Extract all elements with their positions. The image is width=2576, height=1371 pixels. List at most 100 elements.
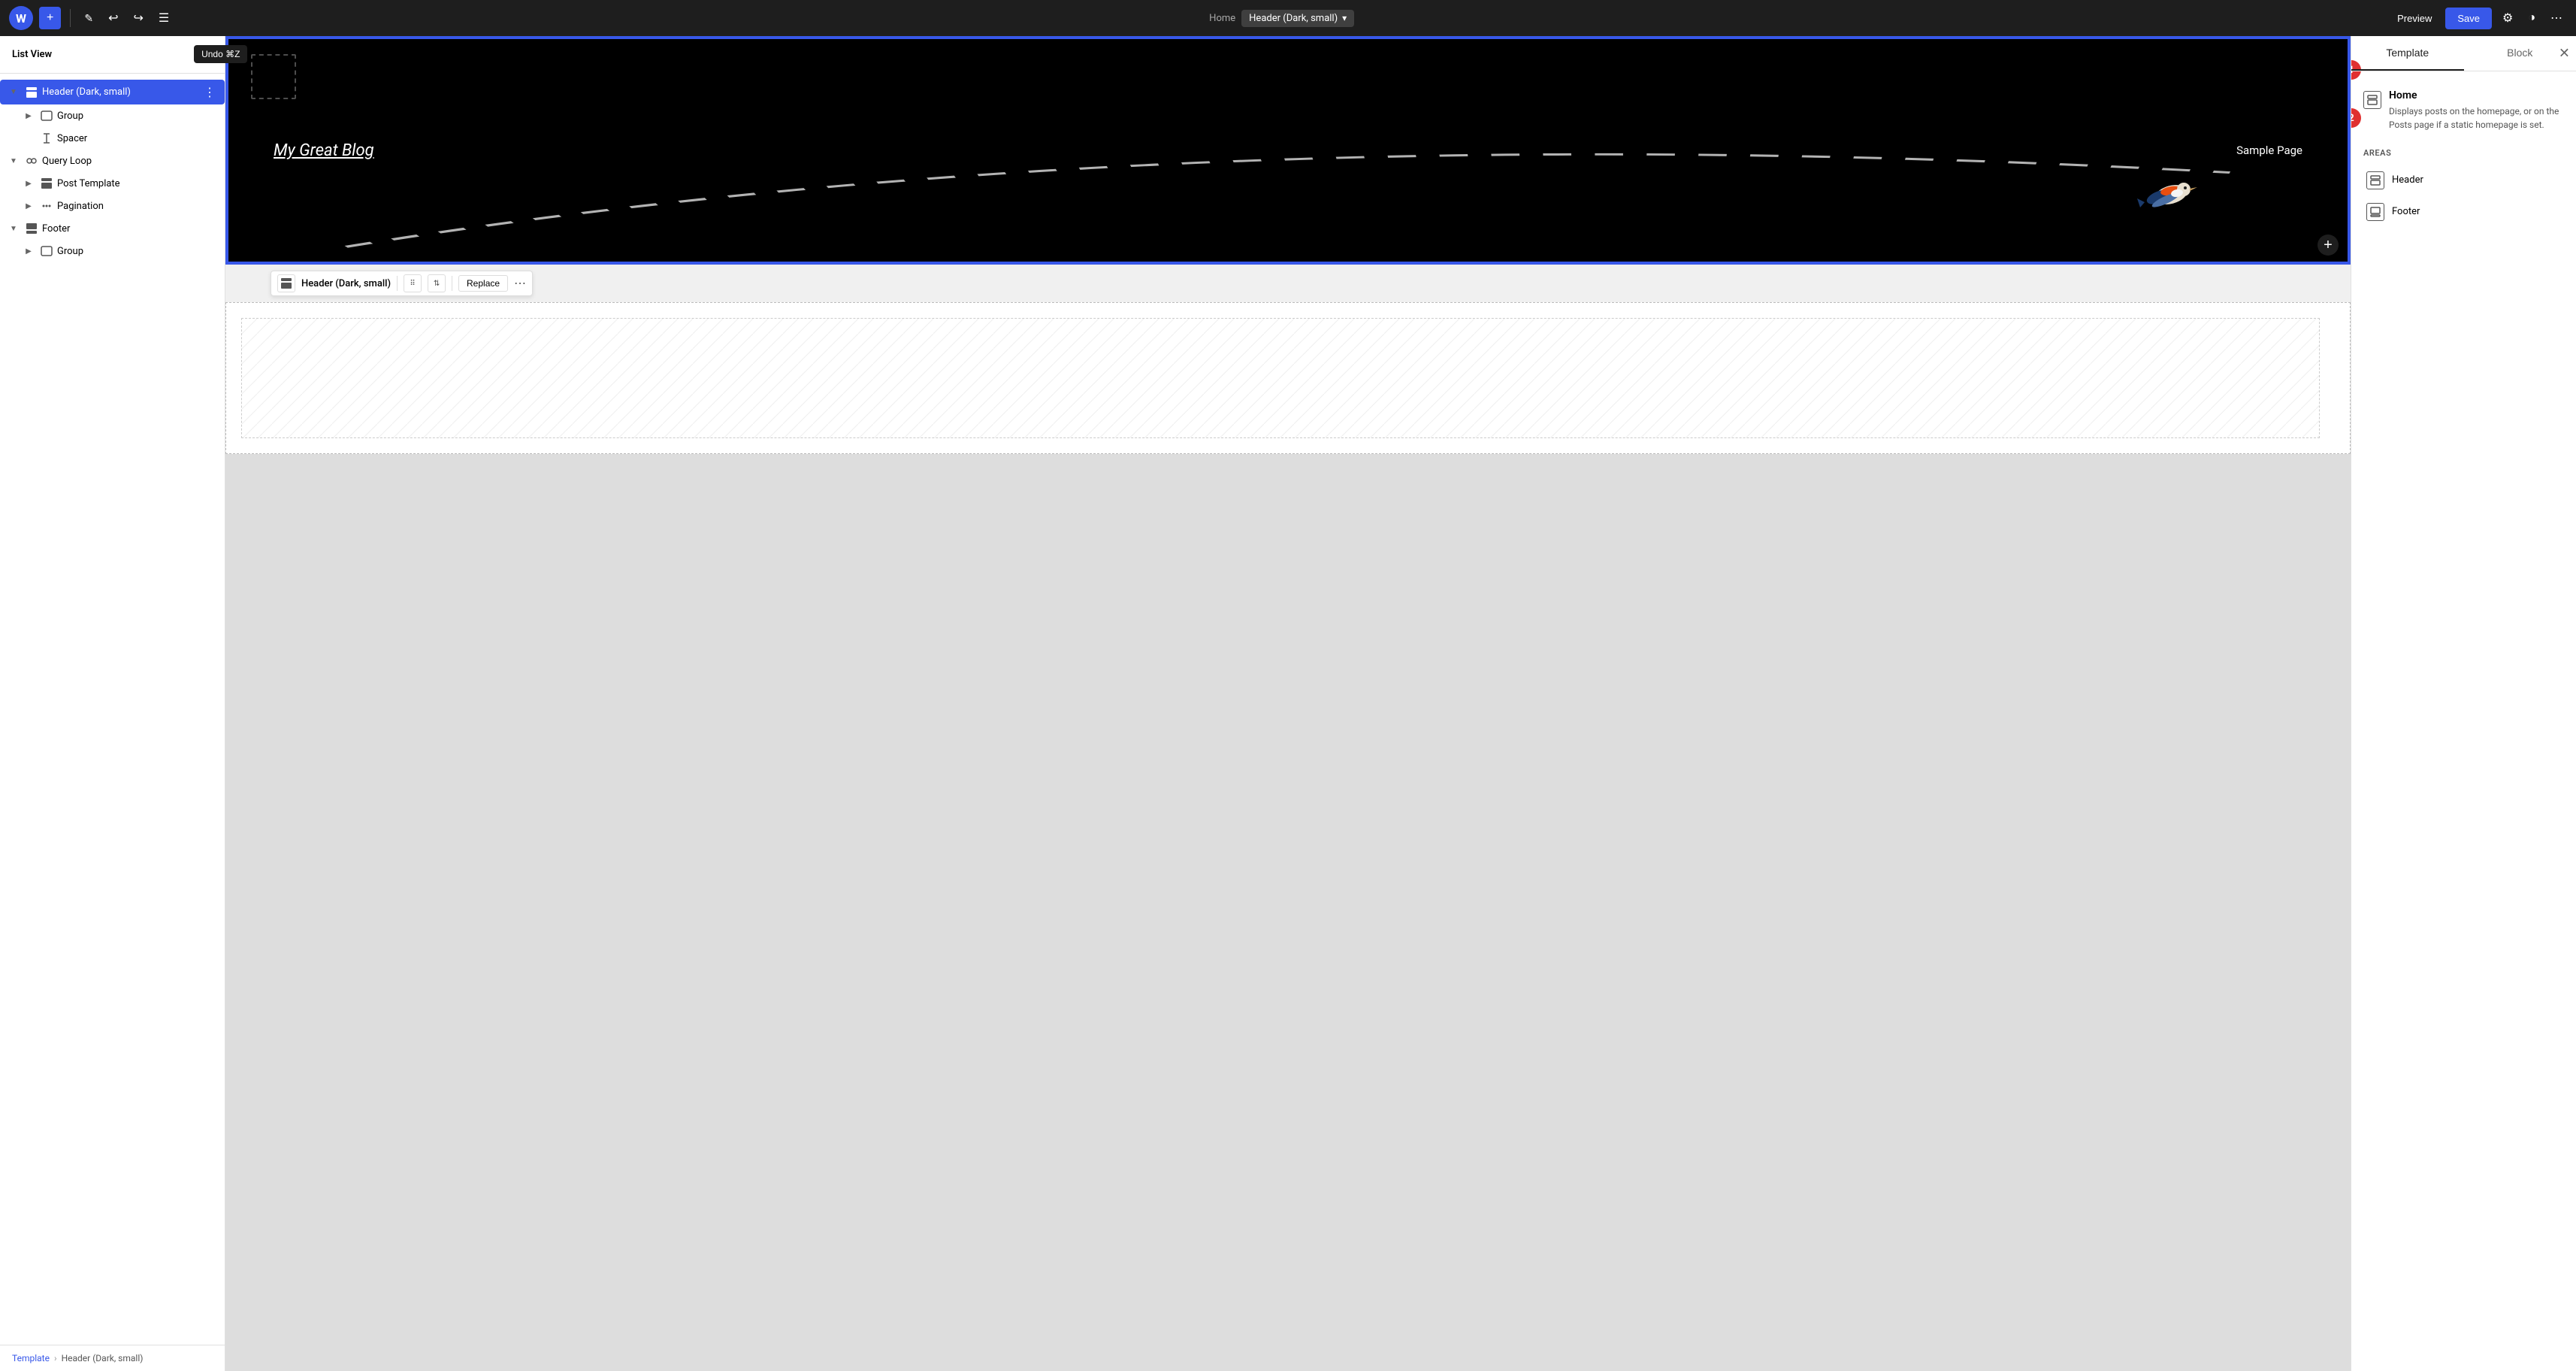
sidebar-item-query-loop-label: Query Loop: [42, 156, 219, 167]
add-block-button[interactable]: +: [39, 7, 61, 29]
pattern-svg: [242, 319, 2319, 437]
sidebar-item-header-label: Header (Dark, small): [42, 86, 198, 98]
sidebar-item-header-dark[interactable]: Header (Dark, small) ⋮: [0, 80, 225, 104]
toggle-query-loop[interactable]: [6, 153, 21, 168]
theme-toggle-button[interactable]: ◑: [2523, 7, 2540, 29]
current-template-label: Header (Dark, small): [1249, 13, 1338, 24]
template-home-item: Home Displays posts on the homepage, or …: [2363, 83, 2564, 138]
save-button[interactable]: Save: [2445, 8, 2492, 29]
toolbar-separator-1: [70, 9, 71, 27]
footer-template-icon: [24, 221, 39, 236]
area-header-label: Header: [2392, 174, 2423, 186]
list-view-button[interactable]: ☰: [154, 6, 174, 30]
group-2-icon: [39, 244, 54, 259]
template-home-icon: [2363, 91, 2381, 109]
sidebar-item-footer[interactable]: Footer: [0, 217, 225, 240]
toggle-footer[interactable]: [6, 221, 21, 236]
post-template-icon: [39, 176, 54, 191]
settings-button[interactable]: ⚙: [2498, 6, 2517, 30]
sidebar-breadcrumb: Template › Header (Dark, small): [0, 1345, 225, 1371]
template-icon: [24, 85, 39, 100]
header-nav: Sample Page: [2236, 144, 2302, 157]
area-footer-label: Footer: [2392, 206, 2420, 217]
sidebar: List View ✕ Header (Dark, small) ⋮ Group: [0, 36, 225, 1371]
area-footer-icon: [2366, 203, 2384, 221]
right-panel-close-button[interactable]: ✕: [2559, 46, 2570, 62]
redo-button[interactable]: ↪: [128, 6, 147, 30]
sidebar-item-query-loop[interactable]: Query Loop: [0, 150, 225, 172]
breadcrumb-current: Header (Dark, small): [62, 1353, 144, 1363]
chevron-down-icon: [1342, 13, 1347, 24]
area-header-icon: [2366, 171, 2384, 189]
sidebar-item-post-template-label: Post Template: [57, 178, 219, 189]
area-item-header[interactable]: Header: [2363, 164, 2564, 195]
areas-label: AREAS: [2363, 148, 2564, 158]
toggle-pagination[interactable]: [21, 198, 36, 213]
sidebar-item-group-1-label: Group: [57, 110, 219, 122]
blog-title[interactable]: My Great Blog: [274, 141, 374, 160]
undo-button[interactable]: ↩ Undo ⌘Z: [104, 6, 122, 30]
canvas-scroll[interactable]: My Great Blog Sample Page: [225, 36, 2351, 1371]
breadcrumb-separator: ›: [54, 1353, 57, 1363]
replace-button[interactable]: Replace: [458, 275, 508, 292]
wp-logo: W: [9, 6, 33, 30]
block-type-icon: [277, 274, 295, 292]
block-toolbar-name: Header (Dark, small): [301, 278, 391, 289]
block-toolbar: Header (Dark, small) ⠿ ⇅ Replace ⋯: [271, 271, 533, 296]
toolbar-center: Home Header (Dark, small): [180, 10, 2384, 27]
dashed-placeholder: [251, 54, 296, 99]
header-block-outer: My Great Blog Sample Page: [225, 36, 2351, 265]
block-toolbar-sep-1: [397, 276, 398, 291]
template-selector[interactable]: Header (Dark, small): [1241, 10, 1354, 27]
template-home-description: Displays posts on the homepage, or on th…: [2389, 104, 2564, 132]
toolbar: W + ✎ ↩ Undo ⌘Z ↪ ☰ Home Header (Dark, s…: [0, 0, 2576, 36]
dashed-arc-svg: [228, 39, 2348, 262]
right-panel: 1 2 Template Block ✕ Home Displays posts…: [2351, 36, 2576, 1371]
block-options-button[interactable]: ⋯: [514, 276, 526, 291]
sidebar-item-spacer-label: Spacer: [57, 133, 219, 144]
tab-template[interactable]: Template: [2351, 36, 2464, 71]
move-arrows-button[interactable]: ⇅: [428, 274, 446, 292]
right-panel-tabs: Template Block ✕: [2351, 36, 2576, 71]
group-icon: [39, 108, 54, 123]
sidebar-item-group-1[interactable]: Group: [0, 104, 225, 127]
toolbar-breadcrumb-home: Home: [1209, 13, 1235, 24]
header-block[interactable]: My Great Blog Sample Page: [227, 38, 2349, 263]
main-layout: List View ✕ Header (Dark, small) ⋮ Group: [0, 36, 2576, 1371]
toggle-group-2[interactable]: [21, 244, 36, 259]
undo-tooltip: Undo ⌘Z: [194, 45, 247, 63]
more-options-button[interactable]: ⋯: [2546, 6, 2567, 30]
spacer-icon: [39, 131, 54, 146]
canvas-area: My Great Blog Sample Page: [225, 36, 2351, 1371]
right-panel-content: Home Displays posts on the homepage, or …: [2351, 71, 2576, 1371]
query-loop-inner: [241, 318, 2320, 438]
sidebar-item-group-2[interactable]: Group: [0, 240, 225, 262]
toggle-group-1[interactable]: [21, 108, 36, 123]
sidebar-tree: Header (Dark, small) ⋮ Group Spacer: [0, 74, 225, 1345]
template-home-content: Home Displays posts on the homepage, or …: [2389, 89, 2564, 132]
pagination-icon: [39, 198, 54, 213]
template-home-title: Home: [2389, 89, 2564, 101]
sidebar-title: List View: [12, 49, 52, 60]
header-dark-menu-icon[interactable]: ⋮: [201, 83, 219, 101]
toggle-post-template[interactable]: [21, 176, 36, 191]
sidebar-item-group-2-label: Group: [57, 246, 219, 257]
area-item-footer[interactable]: Footer: [2363, 195, 2564, 227]
block-toolbar-wrapper: Header (Dark, small) ⠿ ⇅ Replace ⋯: [225, 265, 2351, 302]
drag-handle-button[interactable]: ⠿: [404, 274, 422, 292]
bird-svg: [2130, 168, 2197, 221]
toggle-header-dark[interactable]: [6, 85, 21, 100]
sidebar-item-footer-label: Footer: [42, 223, 219, 235]
query-loop-area: [225, 302, 2351, 454]
preview-button[interactable]: Preview: [2390, 8, 2439, 29]
add-block-canvas-button[interactable]: +: [2317, 235, 2339, 256]
sidebar-item-post-template[interactable]: Post Template: [0, 172, 225, 195]
sidebar-item-spacer[interactable]: Spacer: [0, 127, 225, 150]
toolbar-right: Preview Save ⚙ ◑ ⋯: [2390, 6, 2567, 30]
query-loop-icon: [24, 153, 39, 168]
sidebar-item-pagination[interactable]: Pagination: [0, 195, 225, 217]
breadcrumb-root[interactable]: Template: [12, 1353, 50, 1363]
edit-mode-button[interactable]: ✎: [80, 8, 98, 29]
bird-illustration: [2130, 168, 2197, 224]
sidebar-item-pagination-label: Pagination: [57, 201, 219, 212]
